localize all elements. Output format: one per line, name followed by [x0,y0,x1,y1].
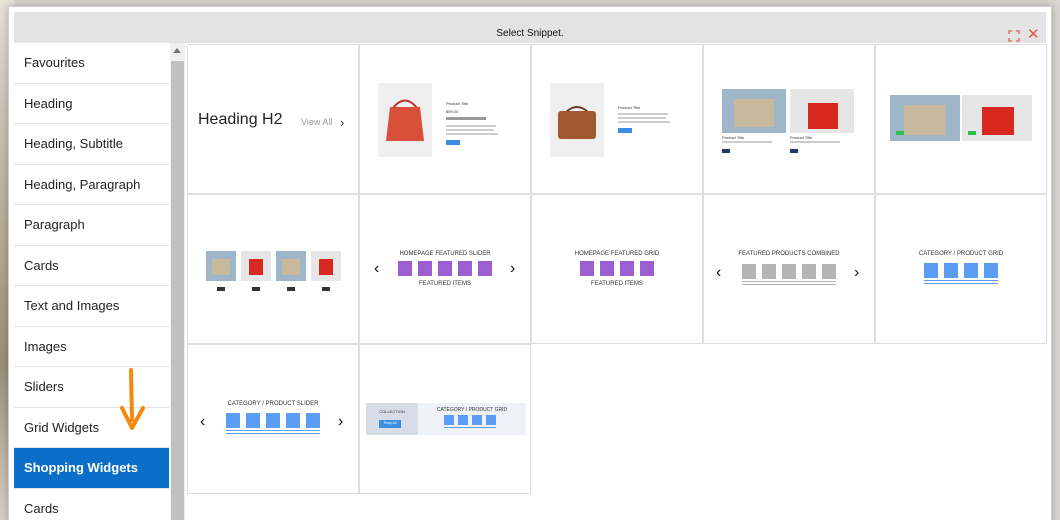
snippet-two-products-overlay[interactable] [875,44,1047,194]
product-detail-2-preview [550,83,670,157]
snippet-product-detail-1[interactable]: Product Title $99.00 [359,44,531,194]
snippet-four-products[interactable] [187,194,359,344]
sidebar-item-cards-2[interactable]: Cards [14,489,169,520]
featured-grid-subtitle: FEATURED ITEMS [591,281,643,287]
category-grid-preview [924,263,998,284]
snippet-heading-view-all[interactable]: Heading H2 View All › [187,44,359,194]
snippet-homepage-featured-slider[interactable]: ‹ › HOMEPAGE FEATURED SLIDER FEATURED IT… [359,194,531,344]
featured-slider-title: HOMEPAGE FEATURED SLIDER [399,251,491,257]
chevron-right-icon: › [338,413,343,430]
collection-grid-preview [366,403,526,435]
snippet-homepage-featured-grid[interactable]: HOMEPAGE FEATURED GRID FEATURED ITEMS [531,194,703,344]
category-sidebar: Favourites Heading Heading, Subtitle Hea… [14,43,169,520]
collection-shop-all-button: Shop All [383,421,397,425]
snippet-product-detail-2[interactable]: Product Title [531,44,703,194]
featured-grid-title: HOMEPAGE FEATURED GRID [574,251,660,257]
chevron-right-icon: › [510,260,515,277]
product-2-title: Product Title [618,105,641,110]
featured-slider-subtitle: FEATURED ITEMS [419,281,471,287]
snippet-collection-category-grid[interactable]: COLLECTION Shop All CATEGORY / PRODUCT G… [359,344,531,494]
product-1-title: Product Title [446,101,469,106]
sidebar-item-shopping-widgets[interactable]: Shopping Widgets [14,448,169,489]
close-icon[interactable]: ✕ [1027,27,1040,43]
sidebar-item-text-and-images[interactable]: Text and Images [14,286,169,327]
collection-grid-title: CATEGORY / PRODUCT GRID [436,407,508,413]
scrollbar-thumb[interactable] [171,61,184,520]
expand-icon[interactable] [1008,30,1020,42]
product-3a-title: Product Title [722,135,745,140]
snippet-category-product-grid[interactable]: CATEGORY / PRODUCT GRID [875,194,1047,344]
combined-preview: ‹ › [716,264,859,285]
category-slider-preview: ‹ › [200,413,343,434]
dialog-title: Select Snippet. [496,28,564,39]
snippet-two-products[interactable]: Product Title Product Title [703,44,875,194]
sidebar-item-heading[interactable]: Heading [14,84,169,124]
sidebar-item-heading-subtitle[interactable]: Heading, Subtitle [14,124,169,165]
scroll-up-arrow-icon[interactable] [173,48,181,53]
sidebar-item-cards[interactable]: Cards [14,246,169,286]
featured-slider-preview: ‹ › [374,260,515,277]
snippet-featured-products-combined[interactable]: ‹ › FEATURED PRODUCTS COMBINED [703,194,875,344]
snippet-category-product-slider[interactable]: ‹ › CATEGORY / PRODUCT SLIDER [187,344,359,494]
sidebar-item-heading-paragraph[interactable]: Heading, Paragraph [14,165,169,205]
down-arrow-annotation-icon [120,368,145,430]
product-3b-title: Product Title [790,135,813,140]
featured-grid-preview [580,261,654,276]
sidebar-item-paragraph[interactable]: Paragraph [14,205,169,246]
sidebar-scrollbar[interactable] [170,43,185,520]
chevron-left-icon: ‹ [200,413,205,430]
product-1-price: $99.00 [446,109,459,114]
snippet-grid: Heading H2 View All › Product Title $99.… [186,43,1048,520]
chevron-right-icon: › [340,115,345,130]
four-products-preview [206,251,341,291]
category-grid-title: CATEGORY / PRODUCT GRID [918,251,1004,257]
product-detail-1-preview [378,83,498,157]
sidebar-item-images[interactable]: Images [14,327,169,367]
chevron-left-icon: ‹ [716,264,721,281]
chevron-right-icon: › [854,264,859,281]
combined-title: FEATURED PRODUCTS COMBINED [738,251,840,257]
collection-label: COLLECTION [379,409,405,414]
chevron-left-icon: ‹ [374,260,379,277]
category-slider-title: CATEGORY / PRODUCT SLIDER [227,401,319,407]
two-products-preview [722,89,854,153]
sidebar-item-favourites[interactable]: Favourites [14,43,169,84]
snippet-view-all-text: View All [301,117,333,127]
two-products-overlay-preview [890,95,1032,141]
snippet-heading-text: Heading H2 [198,111,283,128]
